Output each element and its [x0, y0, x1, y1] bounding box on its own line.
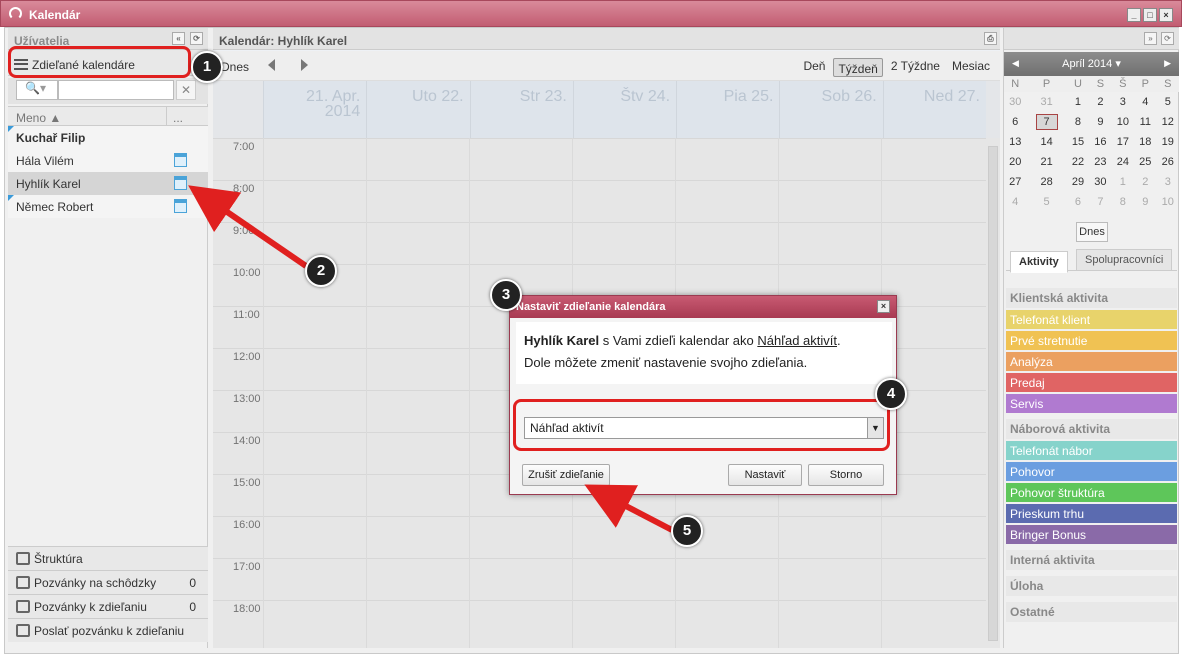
arrow-to-user — [188, 185, 308, 269]
callout-number: 3 — [490, 279, 522, 311]
callout-number: 4 — [875, 378, 907, 410]
callout-number: 1 — [191, 51, 223, 83]
callout-number: 2 — [305, 255, 337, 287]
arrow-to-cancel — [584, 484, 674, 533]
callout-arrows — [188, 185, 674, 533]
callout-number: 5 — [671, 515, 703, 547]
